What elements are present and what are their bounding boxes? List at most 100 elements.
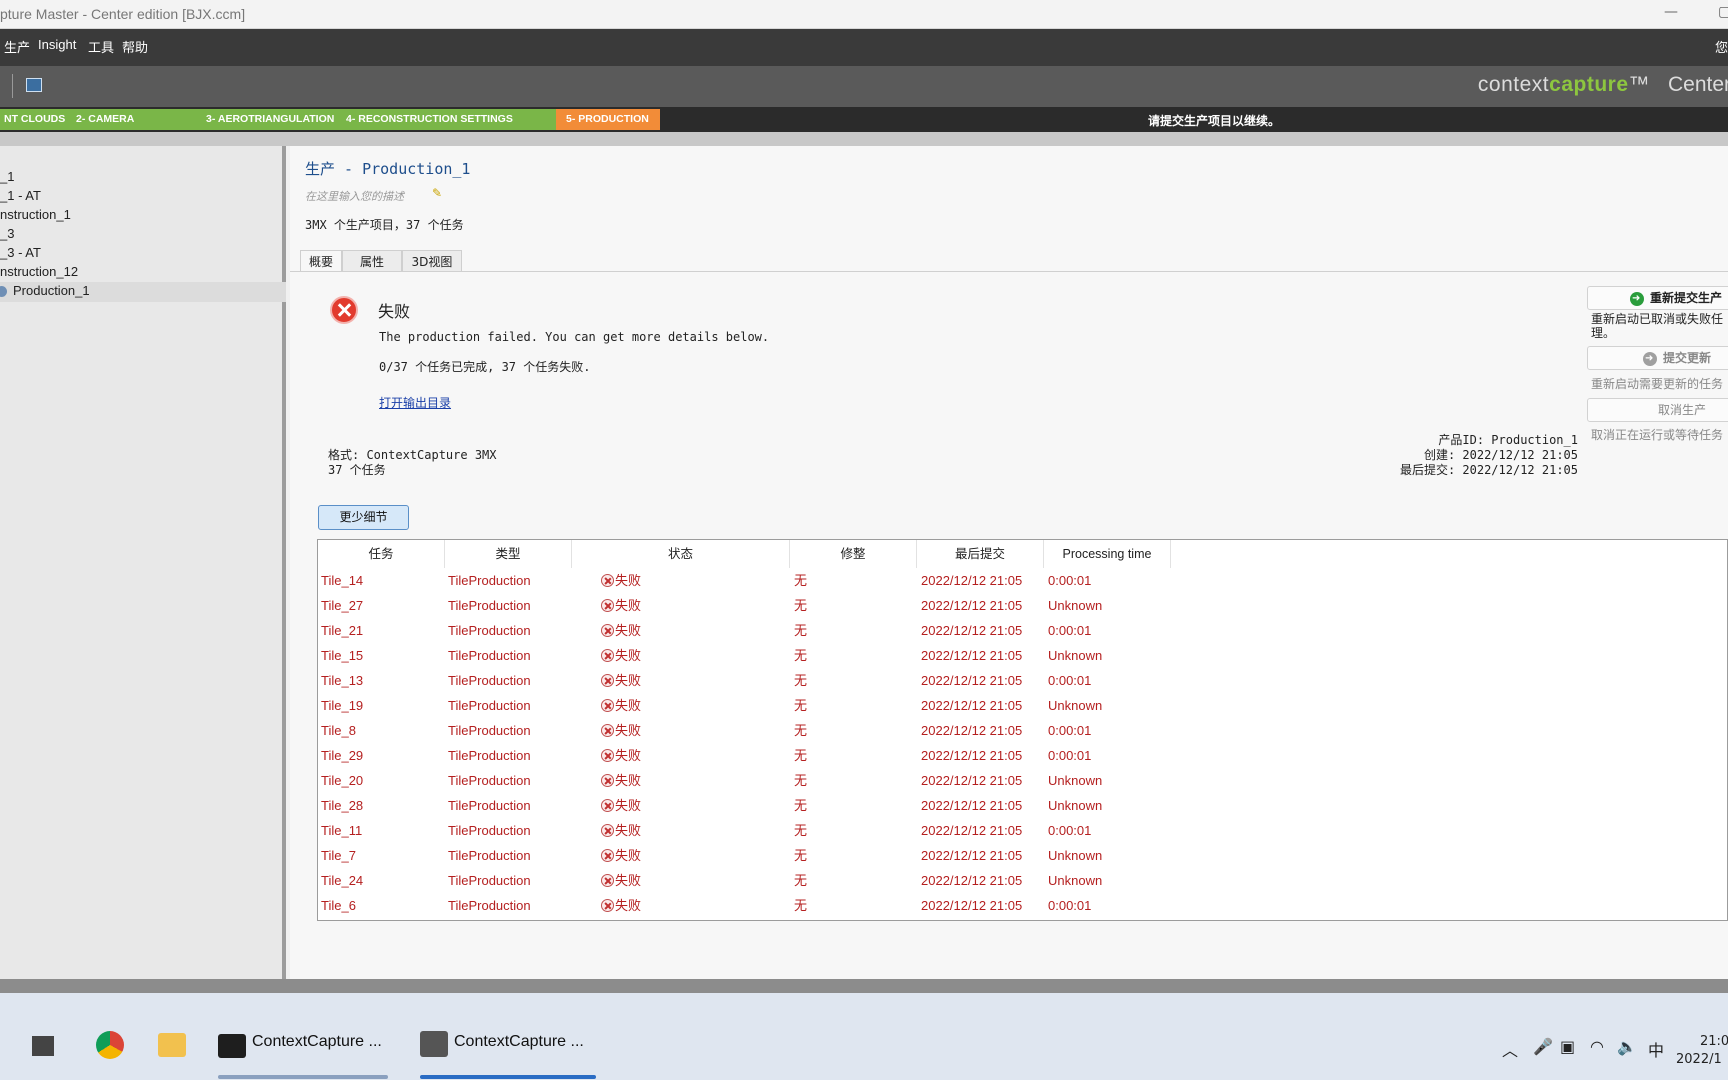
taskbar-app-2[interactable]: ContextCapture ...: [454, 1033, 584, 1051]
step-production[interactable]: 5- PRODUCTION: [556, 109, 660, 130]
camera-icon[interactable]: ▣: [1560, 1037, 1575, 1056]
table-row[interactable]: Tile_7 TileProduction 失败 无 2022/12/12 21:05 U…: [318, 843, 1727, 868]
cell-status: 失败: [615, 698, 642, 713]
table-row[interactable]: Tile_19 TileProduction 失败 无 2022/12/12 21:05…: [318, 693, 1727, 718]
menu-help[interactable]: 帮助: [122, 37, 148, 56]
cell-processing-time: Unknown: [1048, 918, 1102, 920]
table-row[interactable]: Tile_11 TileProduction 失败 无 2022/12/12 21:05…: [318, 818, 1727, 843]
volume-icon[interactable]: 🔈: [1617, 1037, 1637, 1056]
cell-last-submit: 2022/12/12 21:05: [921, 773, 1023, 788]
contextcapture-icon[interactable]: [420, 1031, 448, 1057]
cell-job: Tile_6: [321, 898, 356, 913]
taskbar-app-1[interactable]: ContextCapture ...: [252, 1033, 382, 1051]
cell-job: Tile_28: [321, 798, 364, 813]
table-row[interactable]: Tile_24 TileProduction 失败 无 2022/12/12 21:05…: [318, 868, 1727, 893]
tab-overview[interactable]: 概要: [300, 250, 342, 272]
step-aerotriangulation[interactable]: 3- AEROTRIANGULATION: [196, 109, 336, 130]
edit-pencil-icon[interactable]: ✎: [432, 186, 442, 200]
cell-last-submit: 2022/12/12 21:05: [921, 723, 1023, 738]
taskbar: ContextCapture ... ContextCapture ... ︿ …: [0, 993, 1728, 1080]
tree-item-reconstruction-1[interactable]: nstruction_1: [0, 207, 71, 222]
step-camera-properties[interactable]: 2- CAMERA PROPERTIES: [66, 109, 196, 146]
table-row[interactable]: Tile_14 TileProduction 失败 无 2022/12/12 21:05…: [318, 568, 1727, 593]
table-row[interactable]: Tile_27 TileProduction 失败 无 2022/12/12 21:05…: [318, 593, 1727, 618]
failed-status-icon: [601, 574, 614, 587]
clock[interactable]: 21:0 2022/1: [1676, 1033, 1728, 1069]
column-header-retouch[interactable]: 修整: [790, 540, 917, 568]
cell-status: 失败: [615, 748, 642, 763]
wifi-icon[interactable]: ◠: [1590, 1037, 1604, 1056]
created-date: 创建: 2022/12/12 21:05: [1423, 448, 1578, 462]
failed-status-icon: [601, 674, 614, 687]
column-header-type[interactable]: 类型: [445, 540, 572, 568]
menu-production[interactable]: 生产: [4, 37, 30, 56]
cell-job: Tile_11: [321, 823, 363, 838]
cell-retouch: 无: [794, 798, 808, 813]
cell-processing-time: Unknown: [1048, 873, 1103, 888]
cancel-production-button[interactable]: 取消生产: [1587, 398, 1728, 422]
cell-processing-time: Unknown: [1048, 598, 1103, 613]
menu-user[interactable]: 您: [1715, 37, 1728, 56]
tree-item-block-3-at[interactable]: _3 - AT: [0, 245, 41, 260]
cell-job: Tile_31: [321, 918, 363, 920]
column-header-status[interactable]: 状态: [572, 540, 790, 568]
cell-last-submit: 2022/12/12 21:05: [921, 698, 1023, 713]
table-row[interactable]: Tile_8 TileProduction 失败 无 2022/12/12 21:05 0…: [318, 718, 1727, 743]
microphone-icon[interactable]: 🎤: [1533, 1037, 1553, 1056]
step-point-clouds[interactable]: NT CLOUDS: [0, 109, 66, 130]
resubmit-button[interactable]: 重新提交生产: [1587, 286, 1728, 310]
table-row[interactable]: Tile_20 TileProduction 失败 无 2022/12/12 21:05…: [318, 768, 1727, 793]
task-view-icon[interactable]: [32, 1036, 54, 1056]
tree-item-block-3[interactable]: _3: [0, 226, 14, 241]
cell-status: 失败: [615, 623, 642, 638]
menu-tools[interactable]: 工具: [88, 37, 114, 56]
table-row[interactable]: Tile_15 TileProduction 失败 无 2022/12/12 21:05…: [318, 643, 1727, 668]
menu-insight[interactable]: Insight: [38, 37, 76, 52]
cell-retouch: 无: [794, 848, 808, 863]
production-meta: 产品ID: Production_1 创建: 2022/12/12 21:05 …: [1400, 433, 1578, 478]
minimize-icon[interactable]: —: [1664, 4, 1678, 20]
table-row[interactable]: Tile_13 TileProduction 失败 无 2022/12/12 21:05…: [318, 668, 1727, 693]
table-row[interactable]: Tile_28 TileProduction 失败 无 2022/12/12 21:05…: [318, 793, 1727, 818]
cell-job: Tile_24: [321, 873, 364, 888]
tree-item-production-1[interactable]: Production_1: [0, 282, 286, 302]
column-header-processing-time[interactable]: Processing time: [1044, 540, 1171, 568]
tree-item-reconstruction-12[interactable]: nstruction_12: [0, 264, 78, 279]
column-header-job[interactable]: 任务: [318, 540, 445, 568]
clock-date: 2022/1: [1676, 1052, 1722, 1067]
tree-item-block-1[interactable]: _1: [0, 169, 14, 184]
cell-processing-time: 0:00:01: [1048, 673, 1092, 688]
input-language[interactable]: 中: [1648, 1037, 1664, 1061]
step-reconstruction-settings[interactable]: 4- RECONSTRUCTION SETTINGS: [336, 109, 556, 130]
cell-job: Tile_19: [321, 698, 364, 713]
tree-item-block-1-at[interactable]: _1 - AT: [0, 188, 41, 203]
table-row[interactable]: Tile_31 TileProduction 失败 无 2022/12/12 21:05…: [318, 918, 1727, 920]
tab-properties[interactable]: 属性: [342, 250, 402, 272]
chevron-up-icon[interactable]: ︿: [1502, 1037, 1518, 1061]
file-explorer-icon[interactable]: [158, 1033, 186, 1057]
table-row[interactable]: Tile_29 TileProduction 失败 无 2022/12/12 21:05…: [318, 743, 1727, 768]
cell-retouch: 无: [794, 773, 808, 788]
maximize-icon[interactable]: ▢: [1718, 4, 1728, 20]
tab-3d-view[interactable]: 3D视图: [402, 250, 462, 272]
cell-retouch: 无: [794, 823, 808, 838]
failed-status-icon: [601, 874, 614, 887]
failed-status-icon: [601, 824, 614, 837]
last-submit-date: 最后提交: 2022/12/12 21:05: [1399, 463, 1578, 477]
terminal-icon[interactable]: [218, 1034, 246, 1058]
step-message: 请提交生产项目以继续。: [1148, 114, 1281, 128]
description-field[interactable]: 在这里输入您的描述: [305, 188, 404, 204]
cancel-description: 取消正在运行或等待任务: [1591, 428, 1724, 442]
failed-status-icon: [601, 899, 614, 912]
submit-update-button[interactable]: 提交更新: [1587, 346, 1728, 370]
failed-status-icon: [601, 724, 614, 737]
table-row[interactable]: Tile_6 TileProduction 失败无 2022/12/12 21:05 0…: [318, 893, 1727, 918]
column-header-last-submit[interactable]: 最后提交: [917, 540, 1044, 568]
chrome-icon[interactable]: [96, 1031, 124, 1059]
image-icon[interactable]: [26, 78, 42, 92]
less-details-button[interactable]: 更少细节: [318, 505, 409, 530]
open-output-link[interactable]: 打开输出目录: [379, 394, 451, 411]
cell-job: Tile_8: [321, 723, 356, 738]
cell-type: TileProduction: [448, 898, 531, 913]
table-row[interactable]: Tile_21 TileProduction 失败 无 2022/12/12 21:05…: [318, 618, 1727, 643]
